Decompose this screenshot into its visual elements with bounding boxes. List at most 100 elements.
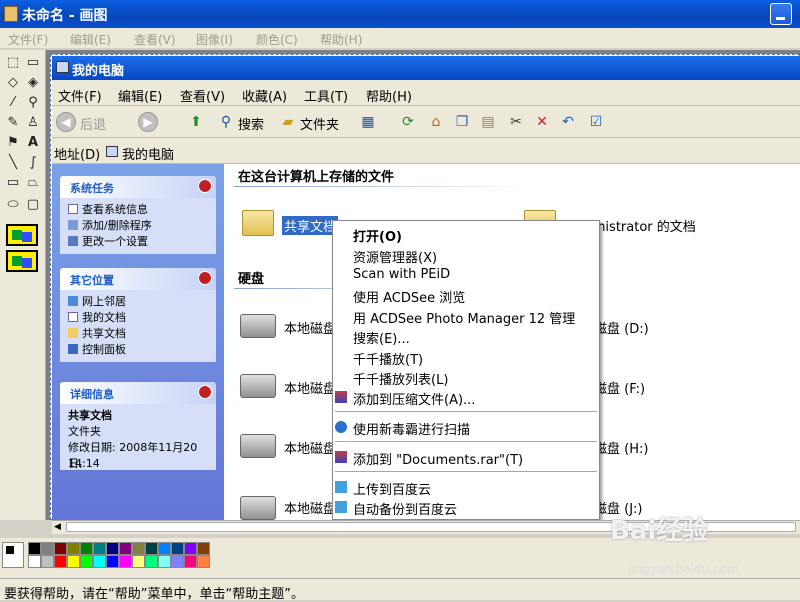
- pencil-icon[interactable]: ✎: [4, 114, 22, 132]
- shared-documents-item[interactable]: 共享文档: [282, 216, 339, 235]
- current-colors[interactable]: [2, 542, 24, 568]
- folders-button-label[interactable]: 文件夹: [300, 114, 339, 133]
- picker-icon[interactable]: ⁄: [4, 94, 22, 112]
- place-shared-documents[interactable]: 共享文档: [68, 326, 208, 342]
- color-swatch[interactable]: [106, 555, 119, 568]
- tool-option-icon[interactable]: [6, 224, 38, 246]
- color-swatch[interactable]: [171, 542, 184, 555]
- fill-icon[interactable]: ◈: [24, 74, 42, 92]
- place-my-documents[interactable]: 我的文档: [68, 310, 208, 326]
- menu-view[interactable]: 查看(V): [180, 86, 225, 105]
- color-swatch[interactable]: [119, 542, 132, 555]
- tool-option-icon[interactable]: [6, 250, 38, 272]
- color-swatch[interactable]: [106, 542, 119, 555]
- menu-tools[interactable]: 工具(T): [304, 86, 348, 105]
- menu-favorites[interactable]: 收藏(A): [242, 86, 287, 105]
- paint-menu-image[interactable]: 图像(I): [196, 31, 233, 48]
- rectangle-icon[interactable]: ▭: [4, 174, 22, 192]
- curve-icon[interactable]: ∫: [24, 154, 42, 172]
- brush-icon[interactable]: ♙: [24, 114, 42, 132]
- drive-d-label[interactable]: 磁盘 (D:): [594, 318, 649, 337]
- home-icon[interactable]: ⌂: [426, 113, 446, 131]
- color-swatch[interactable]: [54, 542, 67, 555]
- copy-icon[interactable]: ❐: [452, 113, 472, 131]
- paint-menu-colors[interactable]: 颜色(C): [256, 31, 298, 48]
- back-button-label[interactable]: 后退: [80, 114, 106, 133]
- free-select-icon[interactable]: ⬚: [4, 54, 22, 72]
- color-swatch[interactable]: [67, 555, 80, 568]
- color-swatch[interactable]: [197, 555, 210, 568]
- place-control-panel[interactable]: 控制面板: [68, 342, 208, 358]
- search-button-label[interactable]: 搜索: [238, 114, 264, 133]
- color-swatch[interactable]: [158, 555, 171, 568]
- color-swatch[interactable]: [119, 555, 132, 568]
- paint-menu-help[interactable]: 帮助(H): [320, 31, 362, 48]
- color-swatch[interactable]: [158, 542, 171, 555]
- context-add-archive[interactable]: 添加到压缩文件(A)...: [333, 387, 599, 408]
- menu-file[interactable]: 文件(F): [58, 86, 102, 105]
- polygon-icon[interactable]: ⏢: [24, 174, 42, 192]
- context-acdsee-manage[interactable]: 用 ACDSee Photo Manager 12 管理: [333, 306, 599, 327]
- properties-icon[interactable]: ☑: [586, 113, 606, 131]
- paint-menu-view[interactable]: 查看(V): [134, 31, 176, 48]
- color-swatch[interactable]: [28, 555, 41, 568]
- place-network[interactable]: 网上邻居: [68, 294, 208, 310]
- color-swatch[interactable]: [132, 555, 145, 568]
- context-search[interactable]: 搜索(E)...: [333, 326, 599, 347]
- context-explorer[interactable]: 资源管理器(X): [333, 245, 599, 266]
- drive-icon[interactable]: [240, 496, 276, 520]
- color-swatch[interactable]: [93, 542, 106, 555]
- color-swatch[interactable]: [145, 542, 158, 555]
- context-open[interactable]: 打开(O): [333, 224, 599, 245]
- cut-icon[interactable]: ✂: [506, 113, 526, 131]
- airbrush-icon[interactable]: ⚑: [4, 134, 22, 152]
- color-swatch[interactable]: [80, 542, 93, 555]
- color-swatch[interactable]: [67, 542, 80, 555]
- views-icon[interactable]: ▦: [358, 113, 378, 131]
- line-icon[interactable]: ╲: [4, 154, 22, 172]
- color-swatch[interactable]: [93, 555, 106, 568]
- color-swatch[interactable]: [41, 542, 54, 555]
- task-change-setting[interactable]: 更改一个设置: [68, 234, 208, 250]
- folders-icon[interactable]: ▰: [278, 113, 298, 131]
- drive-e-label[interactable]: 本地磁盘: [284, 378, 336, 397]
- menu-edit[interactable]: 编辑(E): [118, 86, 162, 105]
- paint-menu-edit[interactable]: 编辑(E): [70, 31, 111, 48]
- address-input[interactable]: 我的电脑: [122, 144, 174, 163]
- search-icon[interactable]: ⚲: [216, 113, 236, 131]
- back-icon[interactable]: ◀: [56, 112, 76, 132]
- color-swatch[interactable]: [80, 555, 93, 568]
- task-view-system-info[interactable]: 查看系统信息: [68, 202, 208, 218]
- menu-help[interactable]: 帮助(H): [366, 86, 412, 105]
- color-swatch[interactable]: [171, 555, 184, 568]
- color-swatch[interactable]: [145, 555, 158, 568]
- rounded-rect-icon[interactable]: ▢: [24, 196, 42, 214]
- color-swatch[interactable]: [28, 542, 41, 555]
- magnifier-icon[interactable]: ⚲: [24, 94, 42, 112]
- context-upload-baidu[interactable]: 上传到百度云: [333, 477, 599, 498]
- task-add-remove-programs[interactable]: 添加/删除程序: [68, 218, 208, 234]
- delete-icon[interactable]: ✕: [532, 113, 552, 131]
- drive-icon[interactable]: [240, 374, 276, 398]
- ellipse-icon[interactable]: ⬭: [4, 196, 22, 214]
- drive-icon[interactable]: [240, 434, 276, 458]
- context-antivirus-scan[interactable]: 使用新毒霸进行扫描: [333, 417, 599, 438]
- color-swatch[interactable]: [184, 555, 197, 568]
- up-folder-icon[interactable]: ⬆: [186, 113, 206, 131]
- undo-icon[interactable]: ↶: [558, 113, 578, 131]
- collapse-icon[interactable]: [198, 271, 212, 285]
- drive-c-label[interactable]: 本地磁盘: [284, 318, 336, 337]
- minimize-button[interactable]: [770, 3, 792, 25]
- context-add-documents-rar[interactable]: 添加到 "Documents.rar"(T): [333, 447, 599, 468]
- text-tool-icon[interactable]: A: [24, 134, 42, 152]
- rect-select-icon[interactable]: ▭: [24, 54, 42, 72]
- drive-g-label[interactable]: 本地磁盘: [284, 438, 336, 457]
- collapse-icon[interactable]: [198, 179, 212, 193]
- context-acdsee-browse[interactable]: 使用 ACDSee 浏览: [333, 285, 599, 306]
- context-ttplayer-list[interactable]: 千千播放列表(L): [333, 367, 599, 388]
- paste-icon[interactable]: ▤: [478, 113, 498, 131]
- color-swatch[interactable]: [41, 555, 54, 568]
- color-swatch[interactable]: [132, 542, 145, 555]
- collapse-icon[interactable]: [198, 385, 212, 399]
- folder-icon[interactable]: [242, 210, 274, 236]
